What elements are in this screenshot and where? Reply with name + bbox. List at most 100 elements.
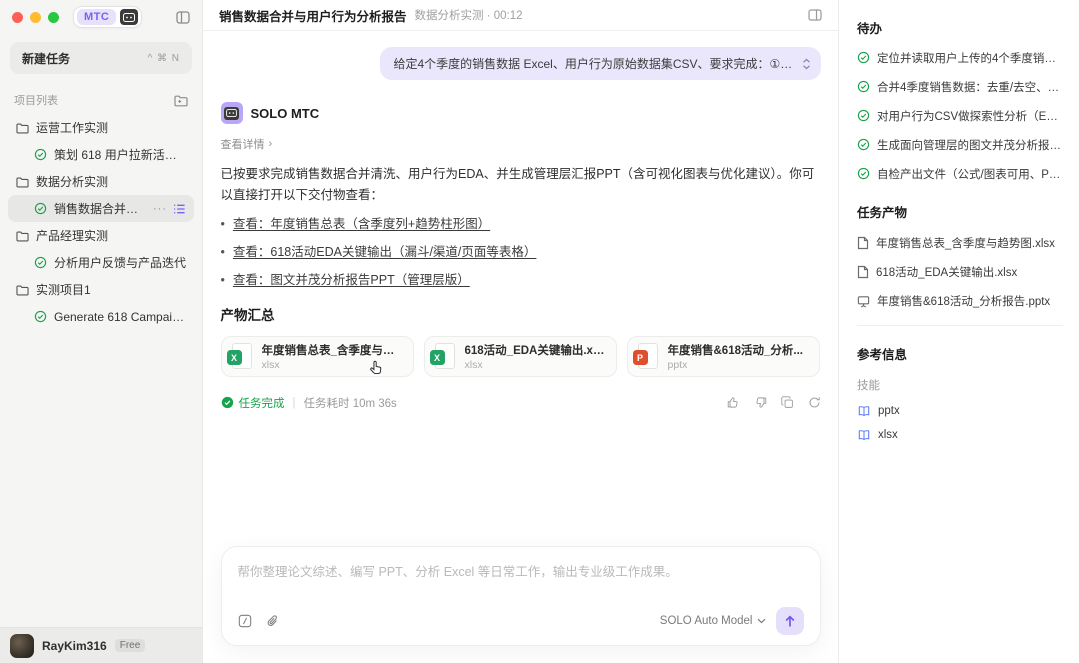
task-detail-panel: 待办 定位并读取用户上传的4个季度销售Excel... 合并4季度销售数据：去重… <box>838 0 1079 663</box>
todo-item[interactable]: 定位并读取用户上传的4个季度销售Excel... <box>857 51 1063 67</box>
check-circle-icon <box>857 51 870 64</box>
sidebar-folder-operations[interactable]: 运营工作实测 <box>8 114 194 141</box>
slash-command-icon[interactable] <box>238 614 252 628</box>
view-details-link[interactable]: 查看详情 › <box>221 136 821 152</box>
task-title: 销售数据合并与用户行为分析报告 <box>219 6 407 25</box>
thumbs-up-button[interactable] <box>727 396 740 409</box>
chevron-right-icon: › <box>269 138 273 150</box>
more-icon[interactable]: ··· <box>153 203 167 215</box>
panel-divider <box>857 325 1063 326</box>
sidebar-folder-product-manager[interactable]: 产品经理实测 <box>8 222 194 249</box>
mode-switcher[interactable]: MTC <box>73 6 142 28</box>
outputs-heading: 任务产物 <box>857 202 1063 221</box>
task-list-icon[interactable] <box>173 203 186 215</box>
regenerate-button[interactable] <box>808 396 821 409</box>
todo-text: 生成面向管理层的图文并茂分析报告PPT... <box>877 138 1063 154</box>
file-ext: xlsx <box>262 359 403 371</box>
folder-label: 数据分析实测 <box>36 173 186 190</box>
file-card-annual-sales-xlsx[interactable]: X 年度销售总表_含季度与趋... xlsx <box>221 336 414 377</box>
sidebar-task-user-feedback[interactable]: 分析用户反馈与产品迭代 <box>8 249 194 276</box>
new-folder-icon[interactable] <box>174 94 188 107</box>
send-button[interactable] <box>776 607 804 635</box>
main-area: 销售数据合并与用户行为分析报告 数据分析实测 · 00:12 给定4个季度的销售… <box>203 0 838 663</box>
folder-label: 实测项目1 <box>36 281 186 298</box>
assistant-name: SOLO MTC <box>251 106 320 121</box>
task-subtitle: 数据分析实测 · 00:12 <box>415 7 523 23</box>
file-card-report-pptx[interactable]: P 年度销售&618活动_分析... pptx <box>627 336 820 377</box>
file-card-618-eda-xlsx[interactable]: X 618活动_EDA关键输出.xlsx xlsx <box>424 336 617 377</box>
sidebar-task-generate-618[interactable]: Generate 618 Campaign Delive... <box>8 303 194 330</box>
folder-label: 产品经理实测 <box>36 227 186 244</box>
task-header: 销售数据合并与用户行为分析报告 数据分析实测 · 00:12 <box>203 0 838 31</box>
new-task-button[interactable]: 新建任务 ^ ⌘ N <box>10 42 192 74</box>
task-duration: 任务耗时 10m 36s <box>304 395 397 411</box>
sidebar-task-618-campaign[interactable]: 策划 618 用户拉新活动方案 <box>8 141 194 168</box>
mtc-mode-tab[interactable]: MTC <box>77 9 116 25</box>
app-window: MTC 新建任务 ^ ⌘ N 项目列表 运营工作实测 <box>0 0 1079 663</box>
expand-message-icon[interactable] <box>802 58 811 70</box>
sidebar-task-sales-merge-selected[interactable]: 销售数据合并与用户行... ··· <box>8 195 194 222</box>
deliverable-link-618-eda[interactable]: 查看：618活动EDA关键输出（漏斗/渠道/页面等表格） <box>233 243 537 262</box>
output-file-annual-sales[interactable]: 年度销售总表_含季度与趋势图.xlsx <box>857 235 1063 251</box>
skill-name: xlsx <box>878 429 898 441</box>
file-ext: xlsx <box>465 359 606 371</box>
avatar <box>10 634 34 658</box>
todo-item[interactable]: 自检产出文件（公式/图表可用、PPT版式... <box>857 167 1063 183</box>
deliverable-links: • 查看：年度销售总表（含季度列+趋势柱形图） • 查看：618活动EDA关键输… <box>221 215 821 289</box>
task-label: 销售数据合并与用户行... <box>54 200 146 217</box>
list-item: • 查看：图文并茂分析报告PPT（管理层版） <box>221 271 821 290</box>
status-divider: | <box>293 397 296 409</box>
robot-mode-icon[interactable] <box>120 9 138 25</box>
skill-xlsx[interactable]: xlsx <box>857 429 1063 441</box>
task-label: 策划 618 用户拉新活动方案 <box>54 146 186 163</box>
panel-layout-icon[interactable] <box>808 9 822 21</box>
deliverable-link-annual-sales[interactable]: 查看：年度销售总表（含季度列+趋势柱形图） <box>233 215 490 234</box>
deliverable-link-report-ppt[interactable]: 查看：图文并茂分析报告PPT（管理层版） <box>233 271 470 290</box>
deliverables-heading: 产物汇总 <box>221 304 821 324</box>
todo-item[interactable]: 合并4季度销售数据：去重/去空、统一日... <box>857 80 1063 96</box>
output-file-618-eda[interactable]: 618活动_EDA关键输出.xlsx <box>857 264 1063 280</box>
zoom-window-button[interactable] <box>48 12 59 23</box>
todo-text: 定位并读取用户上传的4个季度销售Excel... <box>877 51 1063 67</box>
assistant-header: SOLO MTC <box>221 102 821 124</box>
reference-heading: 参考信息 <box>857 344 1063 363</box>
todo-heading: 待办 <box>857 18 1063 37</box>
todo-item[interactable]: 生成面向管理层的图文并茂分析报告PPT... <box>857 138 1063 154</box>
todo-item[interactable]: 对用户行为CSV做探索性分析（EDA），产... <box>857 109 1063 125</box>
folder-label: 运营工作实测 <box>36 119 186 136</box>
file-ext: pptx <box>668 359 803 371</box>
attachment-icon[interactable] <box>266 614 279 628</box>
model-selector[interactable]: SOLO Auto Model <box>660 615 766 627</box>
model-name: SOLO Auto Model <box>660 615 753 627</box>
minimize-window-button[interactable] <box>30 12 41 23</box>
account-menu[interactable]: RayKim316 Free <box>0 627 202 663</box>
view-details-label: 查看详情 <box>221 136 265 152</box>
chevron-down-icon <box>757 618 766 624</box>
close-window-button[interactable] <box>12 12 23 23</box>
thumbs-down-button[interactable] <box>754 396 767 409</box>
username: RayKim316 <box>42 639 107 653</box>
output-file-name: 618活动_EDA关键输出.xlsx <box>876 264 1017 280</box>
book-icon <box>857 405 871 417</box>
copy-button[interactable] <box>781 396 794 409</box>
check-circle-icon <box>857 80 870 93</box>
excel-file-icon: X <box>232 343 252 369</box>
user-message-bubble[interactable]: 给定4个季度的销售数据 Excel、用户行为原始数据集CSV、要求完成：①合并4… <box>380 47 821 80</box>
skill-pptx[interactable]: pptx <box>857 405 1063 417</box>
bullet-icon: • <box>221 215 225 234</box>
message-input[interactable] <box>238 561 804 607</box>
output-file-report-ppt[interactable]: 年度销售&618活动_分析报告.pptx <box>857 293 1063 309</box>
task-complete-icon <box>221 396 234 409</box>
user-message-text: 给定4个季度的销售数据 Excel、用户行为原始数据集CSV、要求完成：①合并4… <box>394 55 794 72</box>
skills-label: 技能 <box>857 377 1063 393</box>
task-status-row: 任务完成 | 任务耗时 10m 36s <box>221 395 821 411</box>
presentation-icon <box>857 295 870 308</box>
assistant-paragraph: 已按要求完成销售数据合并清洗、用户行为EDA、并生成管理层汇报PPT（含可视化图… <box>221 164 821 205</box>
sidebar-folder-data-analysis[interactable]: 数据分析实测 <box>8 168 194 195</box>
check-circle-icon <box>857 109 870 122</box>
file-name: 618活动_EDA关键输出.xlsx <box>465 342 606 358</box>
project-list-label: 项目列表 <box>14 92 58 108</box>
sidebar-folder-test-project-1[interactable]: 实测项目1 <box>8 276 194 303</box>
sidebar-collapse-icon[interactable] <box>176 11 190 24</box>
window-controls <box>12 12 59 23</box>
